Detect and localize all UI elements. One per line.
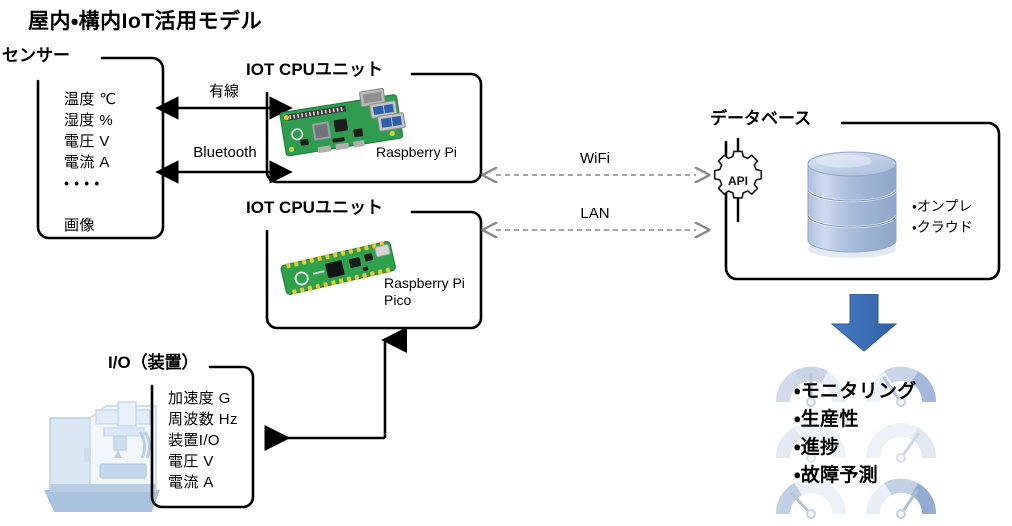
wired-arrow [155, 96, 293, 120]
database-box: データベース API ・オンプレ ・クラウド [710, 110, 1001, 281]
wifi-label: WiFi [580, 150, 610, 167]
pico-io-connector-arrow [264, 327, 408, 451]
api-gear-label: API [728, 174, 748, 188]
wifi-arrow [488, 168, 704, 182]
outcomes-group: ・モニタリング ・生産性 ・進捗 ・故障予測 [766, 356, 956, 519]
lan-label: LAN [580, 205, 610, 222]
cpu-unit-pico-caption: Raspberry Pi Pico [384, 275, 465, 308]
sensor-box: センサー 温度 ℃ 湿度 % 電圧 V 電流 A ・ ・ ・ ・ 画像 [2, 47, 165, 240]
cpu-unit-pi-box: IOT CPUユニット Raspberry Pi [246, 61, 483, 184]
io-device-box-label: I/O（装置） [108, 353, 199, 372]
wired-label: 有線 [208, 83, 239, 100]
sensor-box-label: センサー [2, 46, 70, 65]
bluetooth-arrow [155, 160, 293, 184]
cpu-unit-pi-label: IOT CPUユニット [246, 60, 383, 79]
cnc-machine-icon [44, 401, 160, 512]
io-device-item-list: 加速度 G 周波数 Hz 装置I/O 電圧 V 電流 A [168, 390, 238, 491]
io-device-box: I/O（装置） 加速度 G 周波数 Hz 装置I/O 電圧 V 電流 A [108, 354, 255, 509]
down-arrow-icon [830, 294, 898, 352]
diagram-canvas: 屋内・構内IoT活用モデル センサー 温度 ℃ 湿度 % 電圧 V 電流 A ・… [0, 0, 1012, 526]
cpu-unit-pico-label: IOT CPUユニット [246, 198, 383, 217]
cpu-unit-pico-box: IOT CPUユニット Raspberry Pi Pico [246, 199, 483, 330]
lan-arrow [488, 223, 704, 237]
database-box-label: データベース [710, 109, 812, 128]
gear-api-icon: API [713, 138, 763, 222]
database-cylinder-icon [806, 151, 898, 258]
page-title: 屋内・構内IoT活用モデル [28, 10, 263, 33]
database-bullet-list: ・オンプレ ・クラウド [912, 198, 973, 235]
sensor-item-list: 温度 ℃ 湿度 % 電圧 V 電流 A ・ ・ ・ ・ 画像 [64, 91, 117, 234]
outcome-item-list: ・モニタリング ・生産性 ・進捗 ・故障予測 [794, 381, 917, 486]
cpu-unit-pi-caption: Raspberry Pi [376, 144, 457, 160]
